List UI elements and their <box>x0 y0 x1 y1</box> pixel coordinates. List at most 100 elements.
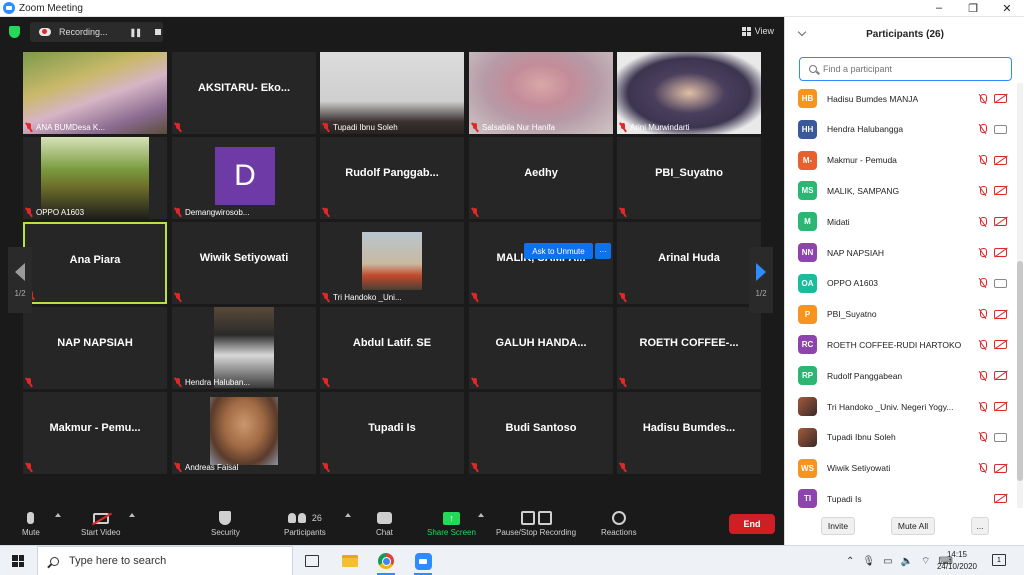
chevron-up-icon[interactable]: ⌃ <box>846 556 854 567</box>
participant-video-tile[interactable]: Arinal Huda <box>617 222 761 304</box>
participants-button[interactable]: 26 Participants <box>284 508 326 537</box>
chrome-button[interactable] <box>375 551 397 575</box>
battery-icon[interactable]: ▭ <box>883 556 892 567</box>
participants-icon: 26 <box>287 508 322 528</box>
participant-video-tile[interactable]: ANA BUMDesa K... <box>23 52 167 134</box>
ask-to-unmute-button[interactable]: Ask to Unmute <box>524 243 593 259</box>
participant-video-tile[interactable]: OPPO A1603 <box>23 137 167 219</box>
mic-muted-icon <box>174 463 182 472</box>
participant-video-tile[interactable]: MALIK, SAMPA... <box>469 222 613 304</box>
taskbar-search[interactable]: Type here to search <box>37 546 293 575</box>
participant-video-tile[interactable]: Budi Santoso <box>469 392 613 474</box>
panel-more-button[interactable]: ... <box>971 517 989 535</box>
participant-row[interactable]: Tri Handoko _Univ. Negeri Yogy... <box>785 391 1015 422</box>
participant-video-tile[interactable]: Makmur - Pemu... <box>23 392 167 474</box>
participant-row[interactable]: Tupadi Ibnu Soleh <box>785 422 1015 453</box>
wifi-icon[interactable]: ⌔ <box>921 555 930 568</box>
mute-all-button[interactable]: Mute All <box>891 517 935 535</box>
maximize-button[interactable]: ❐ <box>956 0 990 17</box>
participant-row[interactable]: OA OPPO A1603 <box>785 268 1015 299</box>
participant-row[interactable]: MS MALIK, SAMPANG <box>785 175 1015 206</box>
tile-more-button[interactable]: ··· <box>595 243 611 259</box>
camera-off-icon <box>994 340 1007 350</box>
tile-participant-name: Wiwik Setiyowati <box>199 252 289 264</box>
participant-row[interactable]: M Midati <box>785 206 1015 237</box>
chat-button[interactable]: Chat <box>376 508 393 537</box>
participant-video-tile[interactable]: ROETH COFFEE-... <box>617 307 761 389</box>
participant-video-tile[interactable]: D Demangwirosob... <box>172 137 316 219</box>
volume-icon[interactable]: 🔈 <box>901 556 913 567</box>
participant-name: Tri Handoko _Univ. Negeri Yogy... <box>827 401 954 412</box>
participant-video-tile[interactable]: Wiwik Setiyowati <box>172 222 316 304</box>
view-button[interactable]: View <box>741 26 774 36</box>
participant-video-tile[interactable]: Andreas Faisal <box>172 392 316 474</box>
share-options-caret[interactable] <box>478 513 484 517</box>
camera-off-icon <box>994 217 1007 227</box>
chrome-icon <box>378 553 394 569</box>
close-button[interactable]: ✕ <box>990 0 1024 17</box>
participant-video-tile[interactable]: Hadisu Bumdes... <box>617 392 761 474</box>
participant-video-tile[interactable]: Rudolf Panggab... <box>320 137 464 219</box>
tile-label: Demangwirosob... <box>174 208 249 217</box>
start-video-button[interactable]: Start Video <box>81 508 120 537</box>
participant-list-scrollbar[interactable] <box>1017 83 1023 508</box>
participants-options-caret[interactable] <box>345 513 351 517</box>
audio-options-caret[interactable] <box>55 513 61 517</box>
end-meeting-button[interactable]: End <box>729 514 775 534</box>
tile-label <box>322 463 330 472</box>
file-explorer-button[interactable] <box>339 551 361 571</box>
mute-button[interactable]: Mute <box>22 508 40 537</box>
participant-row[interactable]: RC ROETH COFFEE-RUDI HARTOKO <box>785 329 1015 360</box>
participant-video-tile[interactable]: AKSITARU- Eko... <box>172 52 316 134</box>
stop-recording-icon[interactable] <box>154 29 161 35</box>
participant-row[interactable]: HB Hadisu Bumdes MANJA <box>785 83 1015 114</box>
participant-search-input[interactable] <box>823 64 1003 74</box>
mic-muted-icon <box>978 247 987 258</box>
participant-row[interactable]: RP Rudolf Panggabean <box>785 360 1015 391</box>
chat-icon <box>376 512 392 524</box>
zoom-logo-icon <box>3 2 15 14</box>
next-page-button[interactable]: 1/2 <box>749 247 773 313</box>
participant-video-tile[interactable]: Arini Murwindarti <box>617 52 761 134</box>
participant-row[interactable]: TI Tupadi Is <box>785 483 1015 508</box>
participant-row[interactable]: HH Hendra Halubangga <box>785 114 1015 145</box>
participant-row[interactable]: NN NAP NAPSIAH <box>785 237 1015 268</box>
security-label: Security <box>211 528 240 537</box>
participant-video-tile[interactable]: Salsabila Nur Hanifa <box>469 52 613 134</box>
minimize-button[interactable]: – <box>922 0 956 17</box>
participant-video-tile[interactable]: Ana Piara <box>23 222 167 304</box>
notification-center-icon[interactable]: 1 <box>992 554 1006 566</box>
clock-date: 24/10/2020 <box>936 562 978 571</box>
participant-video-tile[interactable]: Hendra Haluban... <box>172 307 316 389</box>
participant-row[interactable]: M- Makmur - Pemuda <box>785 145 1015 176</box>
reactions-button[interactable]: Reactions <box>601 508 637 537</box>
participant-video-tile[interactable]: PBI_Suyatno <box>617 137 761 219</box>
participant-video-tile[interactable]: Tri Handoko _Uni... <box>320 222 464 304</box>
microphone-tray-icon[interactable]: 🎙 <box>862 556 875 567</box>
invite-button[interactable]: Invite <box>821 517 855 535</box>
taskbar-clock[interactable]: 14:15 24/10/2020 <box>932 549 982 573</box>
participant-video-tile[interactable]: Tupadi Is <box>320 392 464 474</box>
mic-muted-icon <box>322 293 330 302</box>
windows-start-icon[interactable] <box>12 555 24 567</box>
share-screen-button[interactable]: ↑ Share Screen <box>427 508 476 537</box>
participant-row[interactable]: P PBI_Suyatno <box>785 299 1015 330</box>
encryption-shield-icon[interactable] <box>9 26 20 38</box>
pause-stop-recording-button[interactable]: Pause/Stop Recording <box>496 508 576 537</box>
zoom-taskbar-button[interactable] <box>412 551 434 575</box>
previous-page-button[interactable]: 1/2 <box>8 247 32 313</box>
folder-icon <box>342 555 358 567</box>
participant-video-tile[interactable]: Tupadi Ibnu Soleh <box>320 52 464 134</box>
participant-video-tile[interactable]: GALUH HANDA... <box>469 307 613 389</box>
video-options-caret[interactable] <box>129 513 135 517</box>
participant-search[interactable] <box>799 57 1012 81</box>
tile-label: Salsabila Nur Hanifa <box>471 123 555 132</box>
security-button[interactable]: Security <box>211 508 240 537</box>
participant-video-tile[interactable]: Aedhy <box>469 137 613 219</box>
pause-recording-icon[interactable]: ❚❚ <box>130 28 142 37</box>
tile-label <box>322 378 330 387</box>
participant-video-tile[interactable]: Abdul Latif. SE <box>320 307 464 389</box>
task-view-button[interactable] <box>301 551 323 571</box>
participant-video-tile[interactable]: NAP NAPSIAH <box>23 307 167 389</box>
participant-row[interactable]: WS Wiwik Setiyowati <box>785 453 1015 484</box>
